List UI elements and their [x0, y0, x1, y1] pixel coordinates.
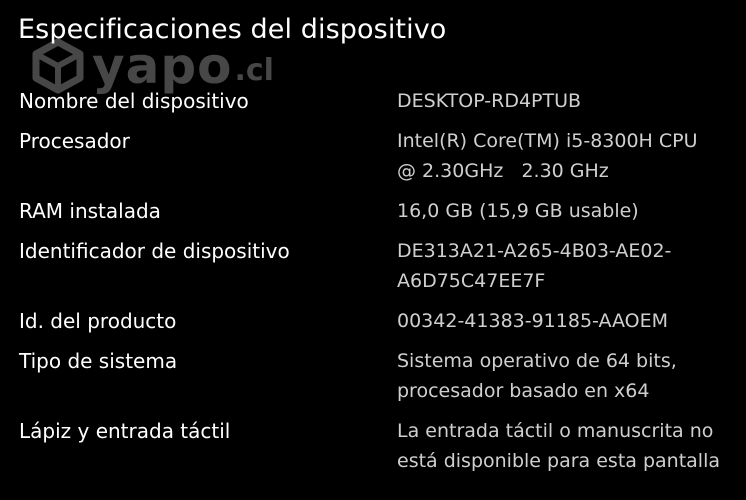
spec-value[interactable]: La entrada táctil o manuscrita no está d…: [397, 416, 742, 476]
spec-value-line: La entrada táctil o manuscrita no: [397, 420, 714, 442]
spec-value-line: Sistema operativo de 64 bits,: [397, 350, 677, 372]
spec-label: Id. del producto: [19, 309, 177, 333]
spec-value-line: @ 2.30GHz 2.30 GHz: [397, 160, 609, 182]
spec-value-line: procesador basado en x64: [397, 380, 650, 402]
spec-label: RAM instalada: [19, 199, 161, 223]
spec-value-line: A6D75C47EE7F: [397, 270, 546, 292]
watermark-suffix: .cl: [234, 53, 274, 88]
spec-value-line: 16,0 GB (15,9 GB usable): [397, 200, 639, 222]
spec-value[interactable]: Intel(R) Core(TM) i5-8300H CPU @ 2.30GHz…: [397, 126, 742, 186]
spec-label: Tipo de sistema: [19, 349, 178, 373]
spec-label: Identificador de dispositivo: [19, 239, 290, 263]
spec-label: Lápiz y entrada táctil: [19, 419, 231, 443]
watermark-brand: yapo: [92, 37, 233, 95]
spec-value[interactable]: DE313A21-A265-4B03-AE02- A6D75C47EE7F: [397, 236, 742, 296]
spec-value-line: 00342-41383-91185-AAOEM: [397, 310, 669, 332]
spec-value[interactable]: DESKTOP-RD4PTUB: [397, 86, 742, 116]
spec-label: Procesador: [19, 129, 130, 153]
spec-value-line: está disponible para esta pantalla: [397, 450, 720, 472]
spec-value-line: DE313A21-A265-4B03-AE02-: [397, 240, 672, 262]
spec-value[interactable]: Sistema operativo de 64 bits, procesador…: [397, 346, 742, 406]
spec-value-line: DESKTOP-RD4PTUB: [397, 90, 582, 112]
spec-value[interactable]: 00342-41383-91185-AAOEM: [397, 306, 742, 336]
spec-value-line: Intel(R) Core(TM) i5-8300H CPU: [397, 130, 698, 152]
spec-label: Nombre del dispositivo: [19, 89, 249, 113]
spec-value[interactable]: 16,0 GB (15,9 GB usable): [397, 196, 742, 226]
